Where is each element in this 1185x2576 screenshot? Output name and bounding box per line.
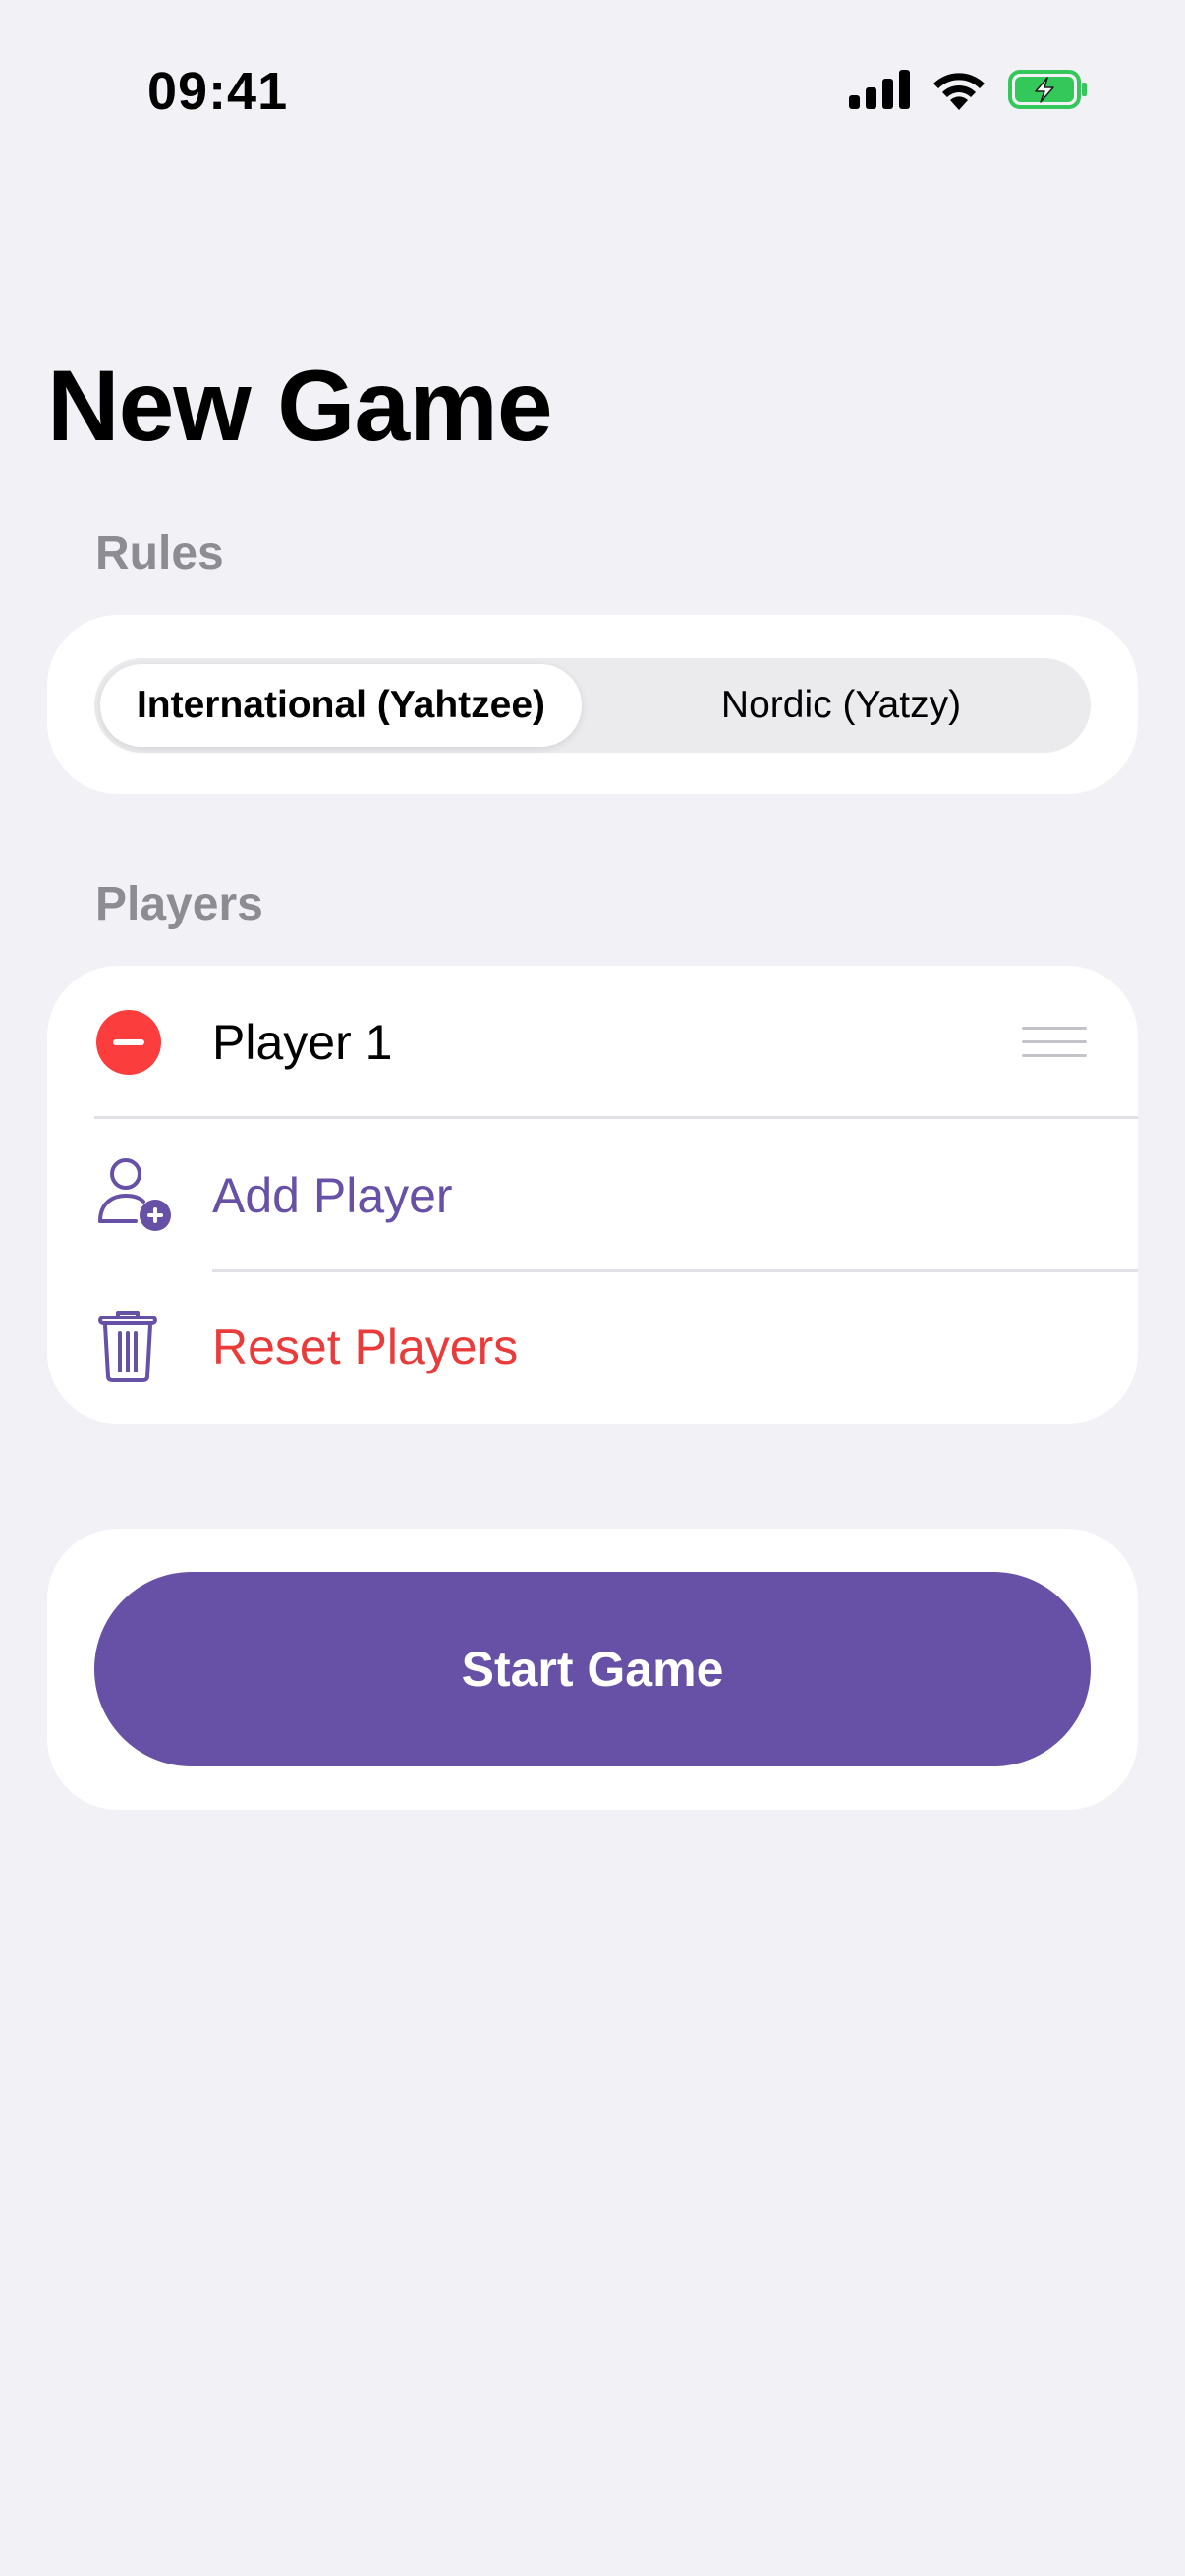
status-icons	[849, 69, 1089, 110]
start-card: Start Game	[47, 1529, 1138, 1810]
add-player-label: Add Player	[212, 1168, 453, 1223]
remove-player-icon[interactable]	[96, 1010, 161, 1080]
add-person-icon	[96, 1156, 171, 1236]
reset-players-label: Reset Players	[212, 1319, 519, 1374]
cellular-signal-icon	[849, 70, 910, 109]
drag-handle-icon[interactable]	[1022, 1025, 1087, 1065]
rules-option-international[interactable]: International (Yahtzee)	[100, 664, 582, 747]
wifi-icon	[931, 69, 987, 110]
reset-players-button[interactable]: Reset Players	[47, 1270, 1138, 1424]
start-game-button[interactable]: Start Game	[94, 1572, 1091, 1766]
trash-icon	[98, 1310, 157, 1387]
add-player-button[interactable]: Add Player	[47, 1119, 1138, 1272]
status-bar: 09:41	[0, 0, 1185, 187]
status-time: 09:41	[147, 62, 289, 121]
rules-option-nordic[interactable]: Nordic (Yatzy)	[597, 664, 1085, 747]
players-section-header: Players	[95, 878, 263, 930]
players-card: Player 1 Add Player Reset Players	[47, 966, 1138, 1424]
rules-segmented-control: International (Yahtzee) Nordic (Yatzy)	[94, 658, 1091, 753]
page-title: New Game	[47, 350, 553, 462]
player-name[interactable]: Player 1	[212, 1014, 392, 1071]
rules-card: International (Yahtzee) Nordic (Yatzy)	[47, 615, 1138, 794]
player-row: Player 1	[47, 966, 1138, 1119]
rules-section-header: Rules	[95, 528, 224, 580]
battery-charging-icon	[1008, 70, 1089, 109]
